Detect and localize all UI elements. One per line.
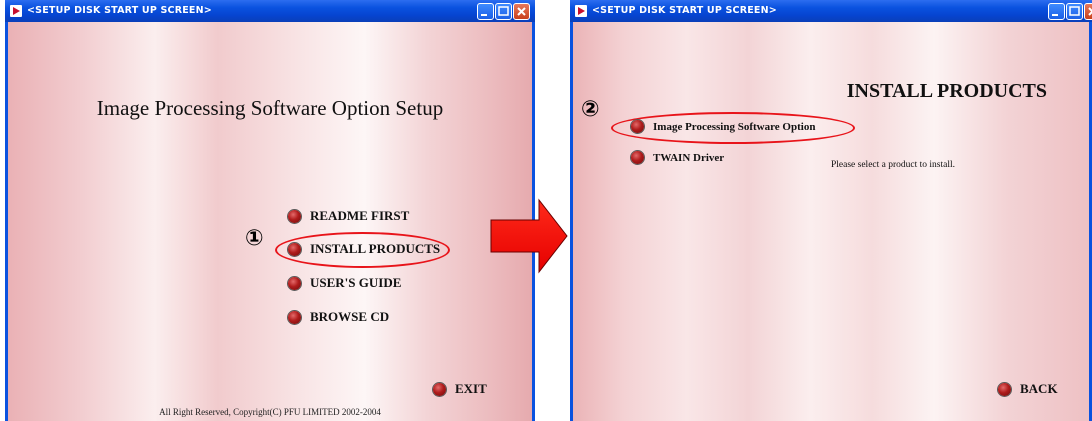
- close-icon[interactable]: [513, 3, 530, 20]
- minimize-icon[interactable]: [1048, 3, 1065, 20]
- back-button[interactable]: BACK: [998, 381, 1058, 397]
- bullet-icon: [433, 382, 446, 396]
- title-bar[interactable]: <SETUP DISK START UP SCREEN>: [570, 0, 1092, 22]
- users-guide-label: USER'S GUIDE: [310, 275, 402, 290]
- setup-heading: Image Processing Software Option Setup: [96, 96, 444, 120]
- users-guide-button[interactable]: USER'S GUIDE: [288, 275, 401, 291]
- install-highlight-ellipse: [275, 232, 450, 268]
- step-marker-1: ①: [245, 226, 264, 251]
- window-content: Image Processing Software Option Setup R…: [5, 22, 535, 421]
- bullet-icon: [288, 310, 301, 324]
- window-title: <SETUP DISK START UP SCREEN>: [592, 5, 777, 16]
- app-icon: [10, 5, 22, 17]
- app-icon: [575, 5, 587, 17]
- minimize-icon[interactable]: [477, 3, 494, 20]
- image-processing-label: Image Processing Software Option: [653, 120, 816, 133]
- browse-cd-label: BROWSE CD: [310, 309, 390, 324]
- window-content: INSTALL PRODUCTS ② Image Processing Soft…: [570, 22, 1092, 421]
- setup-window-install-products: <SETUP DISK START UP SCREEN> INSTALL PRO…: [570, 0, 1092, 421]
- install-products-heading: INSTALL PRODUCTS: [846, 80, 1047, 102]
- close-icon[interactable]: [1084, 3, 1092, 20]
- image-processing-software-option-button[interactable]: Image Processing Software Option: [631, 120, 815, 133]
- bullet-icon: [288, 276, 301, 290]
- readme-first-button[interactable]: README FIRST: [288, 208, 409, 224]
- setup-window-main: <SETUP DISK START UP SCREEN> Image Proce…: [5, 0, 535, 421]
- bullet-icon: [631, 120, 644, 133]
- step-marker-2: ②: [581, 97, 600, 122]
- install-prompt: Please select a product to install.: [831, 160, 955, 170]
- bullet-icon: [288, 209, 301, 223]
- bullet-icon: [998, 382, 1011, 396]
- twain-driver-button[interactable]: TWAIN Driver: [631, 151, 724, 164]
- exit-button[interactable]: EXIT: [433, 381, 487, 397]
- bullet-icon: [631, 151, 644, 164]
- right-arrow-icon: [490, 198, 568, 274]
- exit-label: EXIT: [455, 381, 487, 396]
- readme-first-label: README FIRST: [310, 208, 410, 223]
- copyright-footer: All Right Reserved, Copyright(C) PFU LIM…: [159, 407, 381, 417]
- title-bar[interactable]: <SETUP DISK START UP SCREEN>: [5, 0, 535, 22]
- twain-driver-label: TWAIN Driver: [653, 151, 725, 164]
- window-title: <SETUP DISK START UP SCREEN>: [27, 5, 212, 16]
- browse-cd-button[interactable]: BROWSE CD: [288, 309, 389, 325]
- back-label: BACK: [1020, 381, 1058, 396]
- maximize-icon[interactable]: [1066, 3, 1083, 20]
- maximize-icon[interactable]: [495, 3, 512, 20]
